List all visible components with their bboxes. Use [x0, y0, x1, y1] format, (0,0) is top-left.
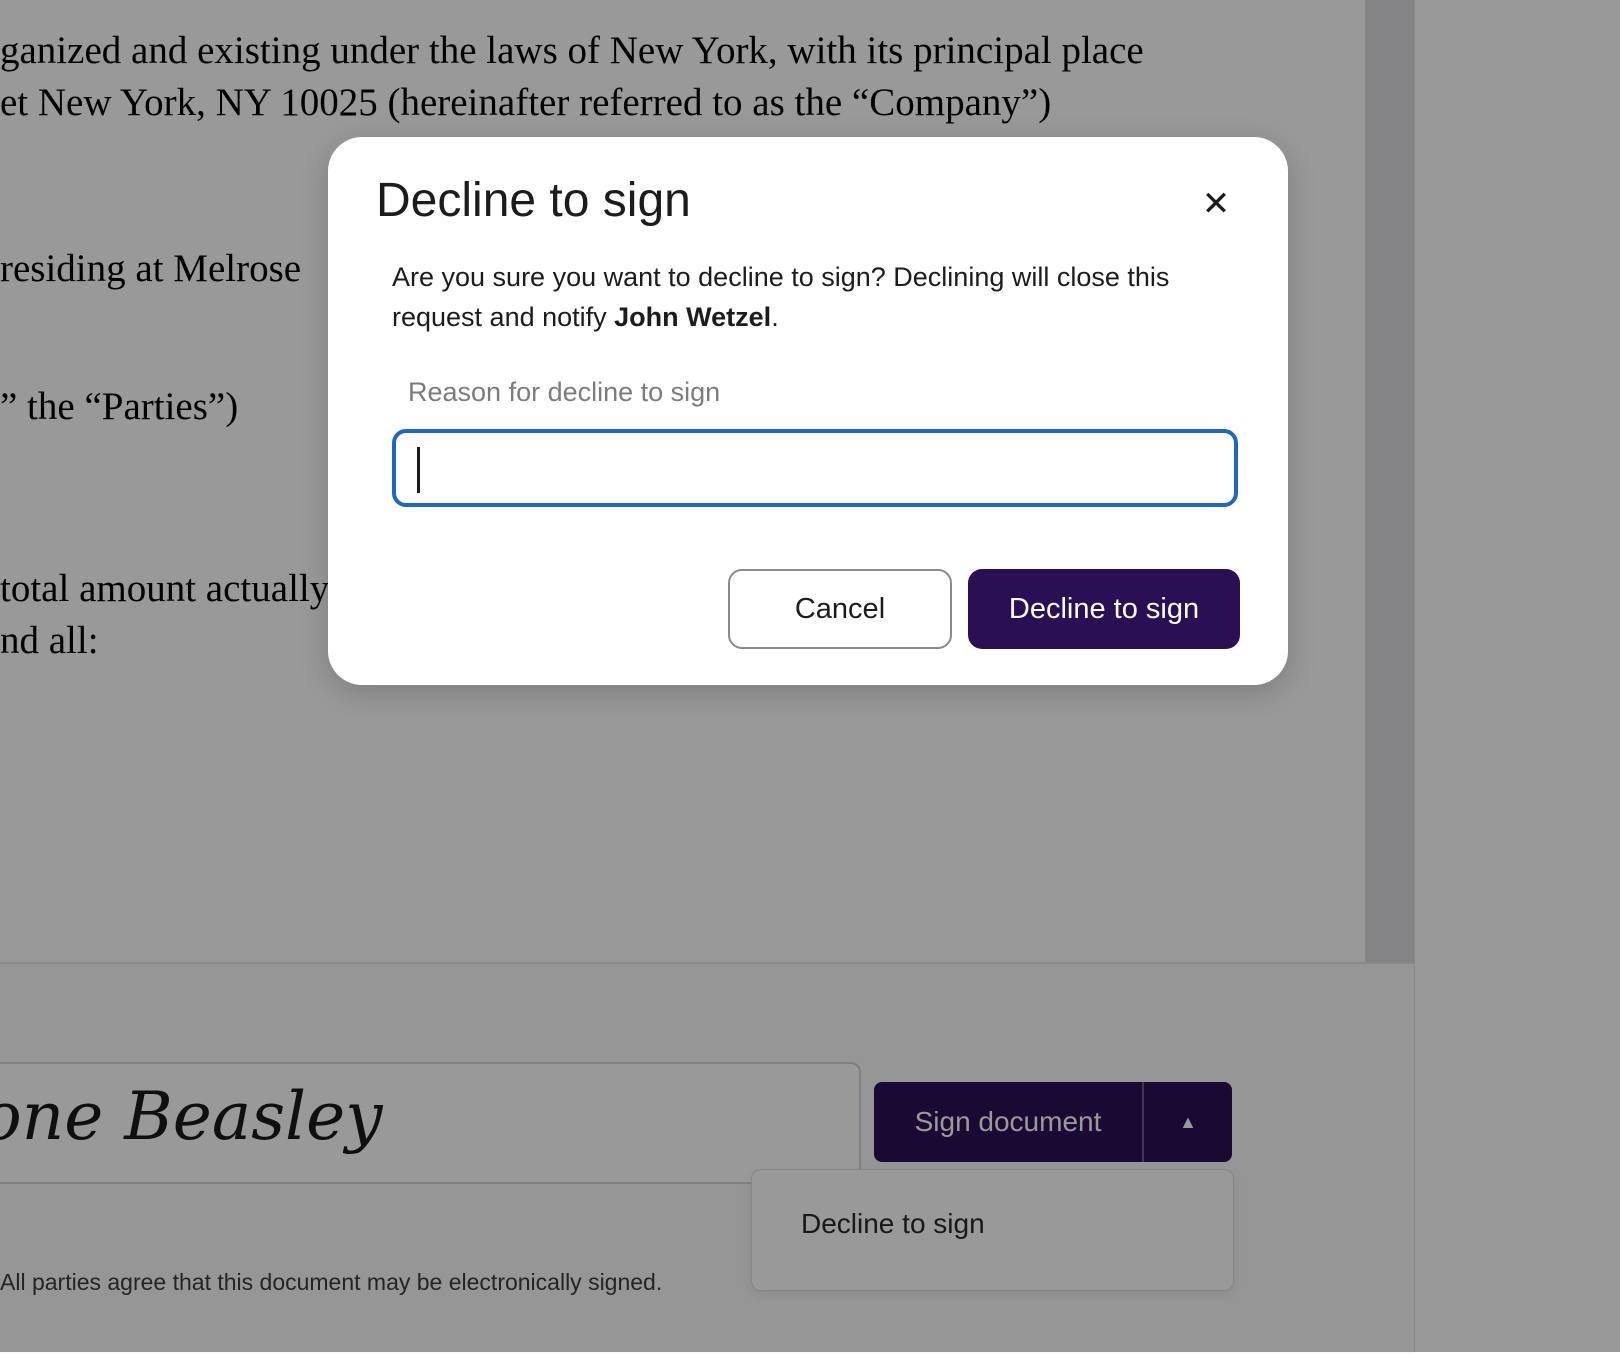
- text-cursor: [417, 447, 420, 493]
- dialog-title: Decline to sign: [376, 174, 691, 227]
- reason-field-label: Reason for decline to sign: [408, 377, 721, 407]
- decline-to-sign-button[interactable]: Decline to sign: [968, 569, 1240, 649]
- reason-input[interactable]: [392, 429, 1238, 507]
- close-icon: ✕: [1201, 185, 1231, 223]
- requester-name: John Wetzel: [614, 302, 772, 332]
- message-text: Are you sure you want to decline to sign…: [392, 262, 1170, 332]
- dialog-message: Are you sure you want to decline to sign…: [392, 257, 1242, 337]
- close-button[interactable]: ✕: [1197, 185, 1235, 223]
- decline-to-sign-dialog: Decline to sign ✕ Are you sure you want …: [328, 137, 1288, 685]
- message-suffix: .: [771, 302, 779, 332]
- cancel-button[interactable]: Cancel: [728, 569, 952, 649]
